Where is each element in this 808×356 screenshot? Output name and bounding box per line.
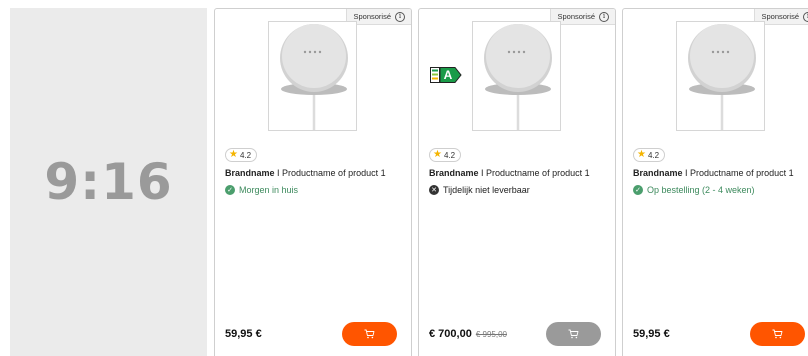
- product-card-1[interactable]: Sponsorisé i ★ 4.2 Brandname I Productna…: [214, 8, 412, 356]
- availability-text: Op bestelling (2 - 4 weken): [647, 185, 755, 195]
- brand-name: Brandname: [225, 168, 275, 178]
- sponsored-label: Sponsorisé: [353, 12, 391, 21]
- energy-class: A: [443, 68, 453, 82]
- price-value: € 700,00: [429, 328, 472, 340]
- product-name: Productname of product 1: [282, 168, 386, 178]
- title-separator: I: [682, 168, 691, 178]
- rating-badge: ★ 4.2: [633, 148, 666, 162]
- rating-value: 4.2: [239, 150, 252, 160]
- info-icon[interactable]: i: [803, 11, 808, 22]
- price-value: 59,95 €: [633, 328, 670, 340]
- energy-label-icon[interactable]: A: [430, 67, 462, 83]
- ad-placeholder-9-16: 9:16: [10, 8, 207, 356]
- product-title[interactable]: Brandname I Productname of product 1: [633, 168, 794, 178]
- rating-value: 4.2: [443, 150, 456, 160]
- info-icon[interactable]: i: [599, 11, 609, 22]
- product-title[interactable]: Brandname I Productname of product 1: [429, 168, 590, 178]
- check-circle-icon: ✓: [633, 185, 643, 195]
- brand-name: Brandname: [633, 168, 683, 178]
- price-value: 59,95 €: [225, 328, 262, 340]
- title-separator: I: [478, 168, 487, 178]
- product-card-3[interactable]: Sponsorisé i ★ 4.2 Brandname I Productna…: [622, 8, 808, 356]
- check-circle-icon: ✓: [225, 185, 235, 195]
- cart-icon: [568, 329, 579, 339]
- title-separator: I: [274, 168, 283, 178]
- product-name: Productname of product 1: [690, 168, 794, 178]
- sponsored-label: Sponsorisé: [557, 12, 595, 21]
- price: € 700,00 € 995,00: [429, 328, 507, 340]
- product-image[interactable]: [676, 21, 765, 131]
- cart-icon: [772, 329, 783, 339]
- brand-name: Brandname: [429, 168, 479, 178]
- rating-badge: ★ 4.2: [429, 148, 462, 162]
- product-image[interactable]: [268, 21, 357, 131]
- add-to-cart-button[interactable]: [342, 322, 397, 346]
- rating-value: 4.2: [647, 150, 660, 160]
- old-price: € 995,00: [475, 330, 507, 339]
- smart-speaker-image: [688, 24, 756, 130]
- product-image[interactable]: [472, 21, 561, 131]
- x-circle-icon: ✕: [429, 185, 439, 195]
- star-icon: ★: [637, 149, 646, 160]
- rating-badge: ★ 4.2: [225, 148, 258, 162]
- availability-status: ✓ Op bestelling (2 - 4 weken): [633, 185, 755, 195]
- info-icon[interactable]: i: [395, 11, 405, 22]
- cart-icon: [364, 329, 375, 339]
- price: 59,95 €: [633, 328, 670, 340]
- availability-status: ✕ Tijdelijk niet leverbaar: [429, 185, 530, 195]
- add-to-cart-button[interactable]: [750, 322, 805, 346]
- add-to-cart-button[interactable]: [546, 322, 601, 346]
- price: 59,95 €: [225, 328, 262, 340]
- sponsored-label: Sponsorisé: [761, 12, 799, 21]
- product-card-2[interactable]: Sponsorisé i A ★ 4.2 Brandname I Product…: [418, 8, 616, 356]
- star-icon: ★: [229, 149, 238, 160]
- smart-speaker-image: [280, 24, 348, 130]
- aspect-ratio-label: 9:16: [44, 153, 173, 211]
- product-title[interactable]: Brandname I Productname of product 1: [225, 168, 386, 178]
- star-icon: ★: [433, 149, 442, 160]
- availability-text: Morgen in huis: [239, 185, 299, 195]
- smart-speaker-image: [484, 24, 552, 130]
- product-name: Productname of product 1: [486, 168, 590, 178]
- availability-status: ✓ Morgen in huis: [225, 185, 298, 195]
- availability-text: Tijdelijk niet leverbaar: [443, 185, 530, 195]
